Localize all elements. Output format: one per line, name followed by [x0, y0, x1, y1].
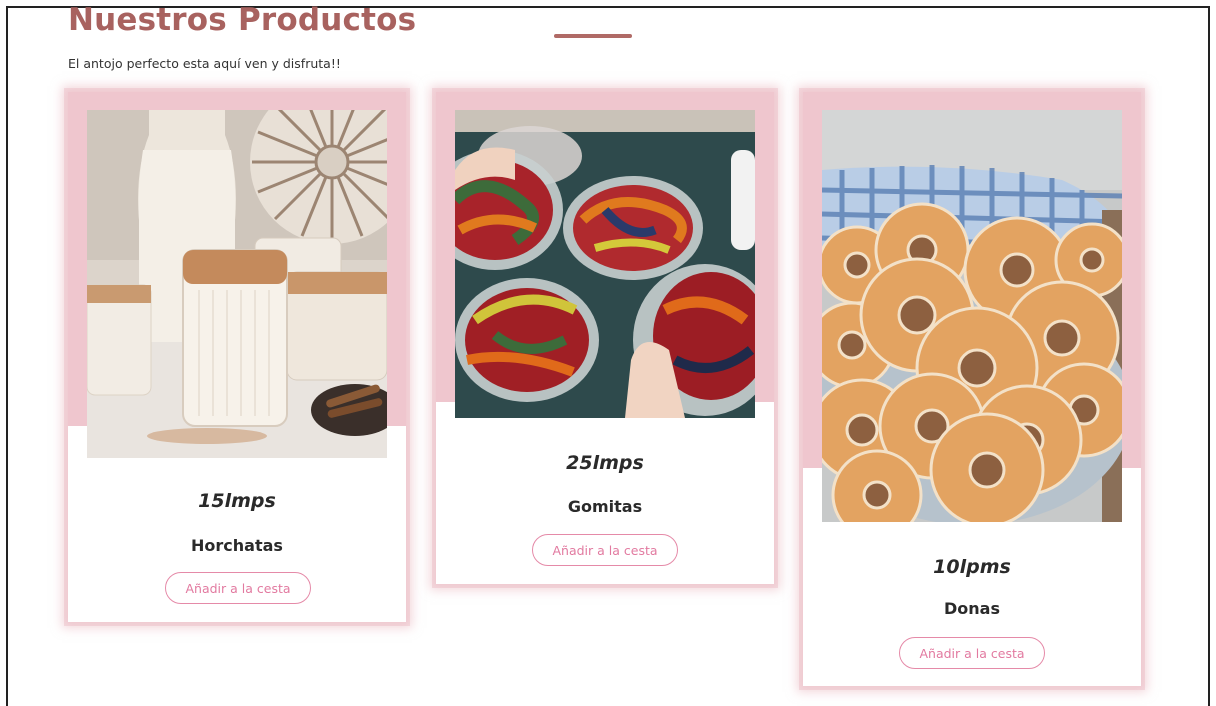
product-name: Donas	[944, 599, 1000, 618]
product-price: 10lpms	[933, 556, 1011, 578]
product-image-donas	[822, 110, 1122, 522]
add-to-cart-button[interactable]: Añadir a la cesta	[165, 572, 311, 604]
add-to-cart-button[interactable]: Añadir a la cesta	[532, 534, 678, 566]
product-price: 15lmps	[198, 490, 276, 512]
horchata-photo-illustration	[87, 110, 387, 458]
product-card-gomitas: 25lmps Gomitas Añadir a la cesta	[436, 92, 774, 584]
section-title: Nuestros Productos	[68, 2, 417, 38]
donuts-photo-illustration	[822, 110, 1122, 522]
product-image-horchatas	[87, 110, 387, 458]
product-card-donas: 10lpms Donas Añadir a la cesta	[803, 92, 1141, 686]
product-name: Gomitas	[567, 497, 643, 516]
gummies-photo-illustration	[455, 110, 755, 418]
section-subtitle: El antojo perfecto esta aquí ven y disfr…	[68, 56, 341, 71]
product-name: Horchatas	[191, 536, 283, 555]
product-image-gomitas	[455, 110, 755, 418]
product-card-horchatas: 15lmps Horchatas Añadir a la cesta	[68, 92, 406, 622]
add-to-cart-button[interactable]: Añadir a la cesta	[899, 637, 1045, 669]
product-price: 25lmps	[566, 452, 644, 474]
title-underline	[554, 34, 632, 38]
